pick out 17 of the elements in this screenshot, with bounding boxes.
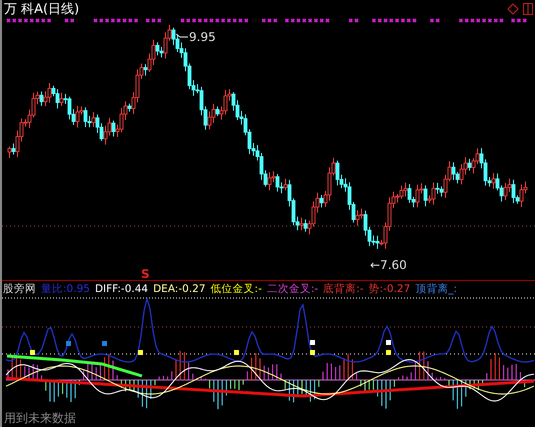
indicator-value: 低位金叉:- [210, 282, 262, 296]
leader-line [176, 34, 188, 38]
indicator-value: 二次金叉:- [266, 282, 318, 296]
panel-icon[interactable] [523, 3, 533, 15]
sell-signal-mark: S [141, 267, 150, 280]
indicator-value: 底背离:- [323, 282, 364, 296]
diamond-icon[interactable] [507, 3, 519, 15]
future-data-warning: 用到未来数据 [4, 410, 76, 427]
indicator-value: 量比:0.95 [41, 282, 90, 296]
indicator-value: 顶背离_: [415, 282, 458, 296]
indicator-value: DIFF:-0.44 [94, 282, 148, 294]
indicator-value: 势:-0.27 [368, 282, 410, 296]
low-price-label: ←7.60 [370, 258, 407, 272]
high-price-label: 9.95 [189, 30, 216, 44]
chart-title: 万 科A(日线) [4, 1, 80, 18]
indicator-value: DEA:-0.27 [153, 282, 206, 294]
indicator-name: 股旁网 [3, 282, 36, 296]
